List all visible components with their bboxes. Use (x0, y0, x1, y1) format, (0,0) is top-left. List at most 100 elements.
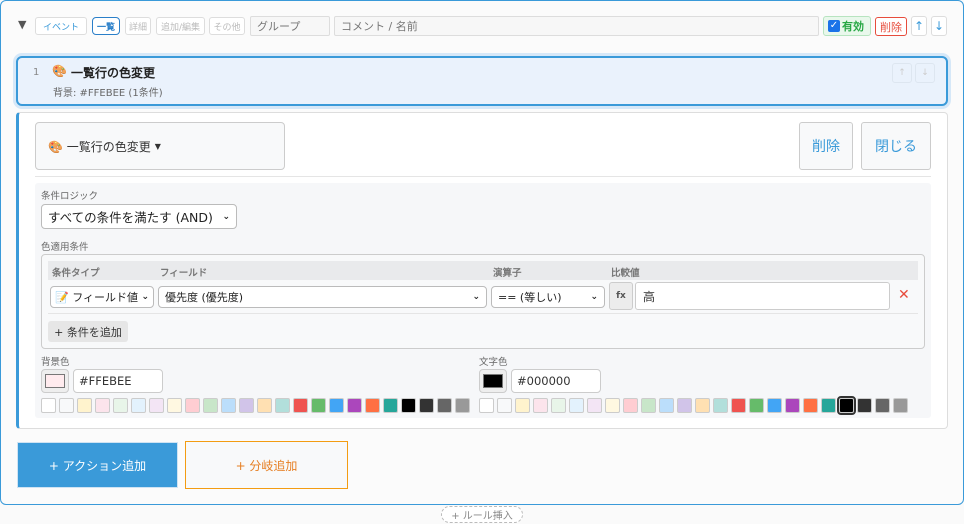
color-swatch[interactable] (203, 398, 218, 413)
color-swatch[interactable] (821, 398, 836, 413)
col-operator: 演算子 (493, 268, 522, 279)
color-swatch[interactable] (311, 398, 326, 413)
insert-rule-button[interactable]: + ルール挿入 (441, 506, 523, 523)
color-swatch[interactable] (731, 398, 746, 413)
color-swatch[interactable] (893, 398, 908, 413)
color-swatch[interactable] (437, 398, 452, 413)
chevron-down-icon: ⌄ (222, 211, 230, 222)
color-swatch[interactable] (131, 398, 146, 413)
color-swatch[interactable] (95, 398, 110, 413)
row-divider (48, 313, 918, 314)
color-swatch[interactable] (329, 398, 344, 413)
bg-color-input[interactable]: #FFEBEE (73, 369, 163, 393)
action-title-text: 一覧行の色変更 (70, 66, 155, 80)
tab-other[interactable]: その他 (209, 17, 245, 35)
bg-color-picker[interactable] (41, 369, 69, 393)
color-swatch[interactable] (623, 398, 638, 413)
comment-input[interactable]: コメント / 名前 (334, 16, 819, 36)
color-swatch[interactable] (347, 398, 362, 413)
delete-rule-button[interactable]: 削除 (875, 17, 907, 36)
action-type-label: 🎨 一覧行の色変更 (48, 139, 151, 154)
color-swatch[interactable] (293, 398, 308, 413)
color-swatch[interactable] (803, 398, 818, 413)
card-down-button[interactable]: ↓ (915, 63, 935, 83)
add-branch-button[interactable]: + 分岐追加 (185, 441, 348, 489)
text-color-picker[interactable] (479, 369, 507, 393)
color-swatch[interactable] (113, 398, 128, 413)
color-swatch[interactable] (239, 398, 254, 413)
move-up-button[interactable]: ↑ (911, 16, 927, 36)
color-swatch[interactable] (641, 398, 656, 413)
tab-event[interactable]: イベント (35, 17, 87, 35)
color-swatch[interactable] (149, 398, 164, 413)
color-swatch[interactable] (167, 398, 182, 413)
tab-list[interactable]: 一覧 (92, 17, 120, 35)
card-up-button[interactable]: ↑ (892, 63, 912, 83)
logic-label: 条件ロジック (41, 191, 99, 202)
color-swatch[interactable] (695, 398, 710, 413)
tab-add-edit[interactable]: 追加/編集 (156, 17, 205, 35)
color-swatch[interactable] (767, 398, 782, 413)
color-swatch[interactable] (185, 398, 200, 413)
color-swatch[interactable] (257, 398, 272, 413)
color-swatch[interactable] (569, 398, 584, 413)
color-swatch[interactable] (677, 398, 692, 413)
collapse-icon[interactable]: ▼ (18, 18, 26, 31)
color-swatch[interactable] (479, 398, 494, 413)
action-type-dropdown[interactable]: 🎨 一覧行の色変更 ▼ (35, 122, 285, 170)
color-swatch[interactable] (857, 398, 872, 413)
operator-value: == (等しい) (498, 291, 562, 304)
bg-palette (41, 398, 470, 413)
enabled-toggle[interactable]: ✓ 有効 (823, 16, 871, 36)
operator-select[interactable]: == (等しい) ⌄ (491, 286, 605, 308)
color-swatch[interactable] (749, 398, 764, 413)
color-swatch[interactable] (551, 398, 566, 413)
bg-color-preview (45, 374, 65, 388)
color-swatch[interactable] (77, 398, 92, 413)
color-swatch[interactable] (605, 398, 620, 413)
divider (35, 176, 931, 177)
fx-button[interactable]: fx (609, 282, 633, 310)
checkbox-checked-icon[interactable]: ✓ (828, 20, 840, 32)
color-swatch[interactable] (533, 398, 548, 413)
remove-condition-icon[interactable]: ✕ (898, 287, 910, 303)
color-swatch[interactable] (497, 398, 512, 413)
caret-down-icon: ▼ (154, 141, 161, 151)
color-swatch[interactable] (785, 398, 800, 413)
color-swatch[interactable] (41, 398, 56, 413)
value-input[interactable]: 高 (635, 282, 890, 310)
color-swatch[interactable] (455, 398, 470, 413)
move-down-button[interactable]: ↓ (931, 16, 947, 36)
logic-value: すべての条件を満たす (AND) (48, 210, 213, 225)
logic-select[interactable]: すべての条件を満たす (AND) ⌄ (41, 204, 237, 229)
color-swatch[interactable] (365, 398, 380, 413)
field-select[interactable]: 優先度 (優先度) ⌄ (158, 286, 487, 308)
field-value: 優先度 (優先度) (165, 291, 244, 304)
delete-action-button[interactable]: 削除 (799, 122, 853, 170)
color-swatch[interactable] (837, 396, 856, 415)
color-swatch[interactable] (515, 398, 530, 413)
color-swatch[interactable] (419, 398, 434, 413)
text-color-input[interactable]: #000000 (511, 369, 601, 393)
col-field: フィールド (160, 268, 208, 279)
chevron-down-icon: ⌄ (590, 292, 598, 302)
color-swatch[interactable] (275, 398, 290, 413)
tab-detail[interactable]: 詳細 (125, 17, 151, 35)
action-title: 🎨 一覧行の色変更 (52, 64, 155, 81)
color-swatch[interactable] (713, 398, 728, 413)
color-swatch[interactable] (221, 398, 236, 413)
group-input[interactable]: グループ (250, 16, 330, 36)
color-swatch[interactable] (587, 398, 602, 413)
close-button[interactable]: 閉じる (861, 122, 931, 170)
condition-type-value: 📝 フィールド値 (55, 291, 138, 304)
action-summary: 背景: #FFEBEE (1条件) (53, 88, 163, 99)
color-swatch[interactable] (59, 398, 74, 413)
color-swatch[interactable] (383, 398, 398, 413)
color-swatch[interactable] (401, 398, 416, 413)
add-action-button[interactable]: + アクション追加 (17, 442, 178, 488)
text-color-label: 文字色 (479, 357, 508, 368)
condition-type-select[interactable]: 📝 フィールド値 ⌄ (50, 286, 154, 308)
color-swatch[interactable] (875, 398, 890, 413)
color-swatch[interactable] (659, 398, 674, 413)
add-condition-button[interactable]: + 条件を追加 (48, 321, 128, 342)
